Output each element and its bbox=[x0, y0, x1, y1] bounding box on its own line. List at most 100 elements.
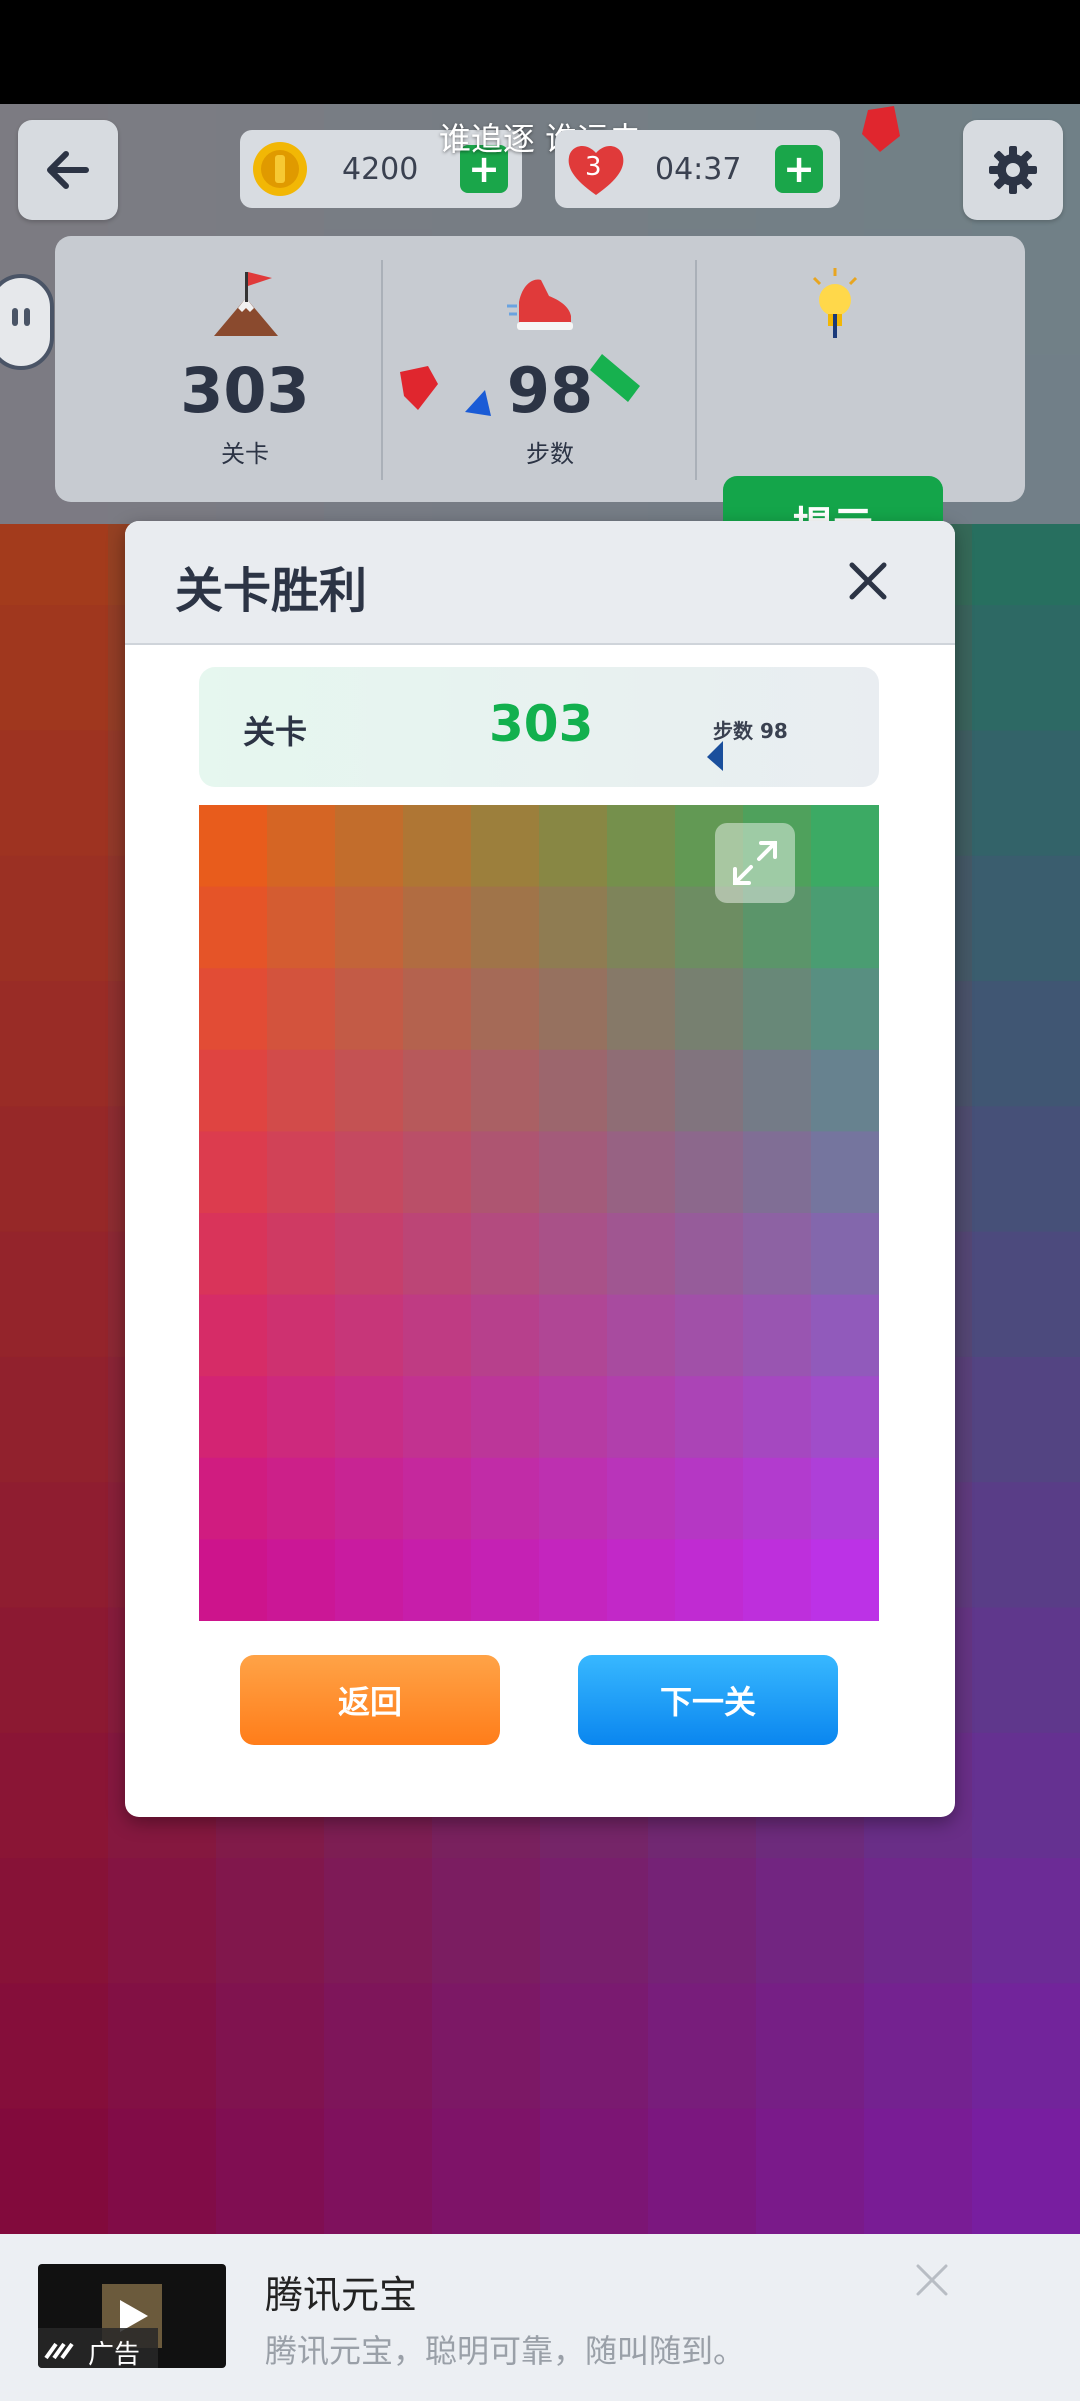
color-tile bbox=[335, 1457, 404, 1540]
add-lives-button[interactable]: + bbox=[775, 145, 823, 193]
back-button[interactable]: 返回 bbox=[240, 1655, 500, 1745]
color-tile bbox=[267, 886, 336, 969]
red-gem-decoration bbox=[862, 106, 900, 152]
color-tile bbox=[743, 1294, 812, 1377]
background-tile bbox=[0, 1858, 109, 1985]
color-tile bbox=[267, 1131, 336, 1214]
color-tile bbox=[403, 886, 472, 969]
color-tile bbox=[471, 1539, 540, 1621]
color-tile bbox=[403, 1539, 472, 1621]
color-tile bbox=[199, 1049, 268, 1132]
color-tile bbox=[811, 1539, 879, 1621]
background-tile bbox=[432, 1858, 541, 1985]
background-tile bbox=[0, 1356, 109, 1483]
color-tile bbox=[607, 1376, 676, 1459]
summary-level-label: 关卡 bbox=[243, 713, 308, 751]
background-tile bbox=[324, 2108, 433, 2234]
color-tile bbox=[471, 1457, 540, 1540]
background-tile bbox=[0, 1607, 109, 1734]
color-tile bbox=[607, 1049, 676, 1132]
background-tile bbox=[0, 1106, 109, 1233]
stats-panel: 303 关卡 98 步数 bbox=[55, 236, 1025, 604]
color-tile bbox=[743, 1376, 812, 1459]
color-tile bbox=[675, 1457, 744, 1540]
color-tile bbox=[471, 1131, 540, 1214]
color-tile bbox=[267, 805, 336, 888]
color-tile bbox=[607, 805, 676, 888]
background-tile bbox=[540, 2108, 649, 2234]
color-tile bbox=[199, 968, 268, 1051]
color-tile bbox=[675, 1294, 744, 1377]
background-tile bbox=[972, 1732, 1080, 1859]
ad-thumbnail[interactable]: 广告 bbox=[38, 2264, 226, 2368]
steps-label: 步数 bbox=[526, 440, 574, 468]
color-tile bbox=[539, 1539, 608, 1621]
background-tile bbox=[0, 855, 109, 982]
color-tile bbox=[199, 1213, 268, 1296]
color-tile bbox=[471, 886, 540, 969]
color-tile bbox=[267, 968, 336, 1051]
color-tile bbox=[335, 1049, 404, 1132]
background-tile bbox=[864, 2108, 973, 2234]
color-tile bbox=[471, 968, 540, 1051]
background-tile bbox=[216, 1858, 325, 1985]
background-tile bbox=[0, 1983, 109, 2110]
background-tile bbox=[972, 1106, 1080, 1233]
color-tile bbox=[811, 886, 879, 969]
background-tile bbox=[864, 1983, 973, 2110]
completed-color-grid bbox=[199, 805, 879, 1621]
color-tile bbox=[335, 968, 404, 1051]
blue-shard-decoration bbox=[707, 741, 723, 771]
next-level-button[interactable]: 下一关 bbox=[578, 1655, 838, 1745]
color-tile bbox=[471, 805, 540, 888]
floating-assistant-handle[interactable] bbox=[0, 274, 54, 370]
color-tile bbox=[743, 1131, 812, 1214]
color-tile bbox=[607, 1539, 676, 1621]
expand-button[interactable] bbox=[715, 823, 795, 903]
color-tile bbox=[403, 1213, 472, 1296]
steps-number: 98 bbox=[506, 354, 594, 427]
color-tile bbox=[743, 968, 812, 1051]
ad-badge: 广告 bbox=[88, 2340, 141, 2368]
background-tile bbox=[972, 1858, 1080, 1985]
color-tile bbox=[199, 805, 268, 888]
background-tile bbox=[648, 1983, 757, 2110]
summary-steps: 步数 98 bbox=[713, 719, 788, 743]
background-tile bbox=[540, 1983, 649, 2110]
color-tile bbox=[675, 1131, 744, 1214]
color-tile bbox=[811, 1457, 879, 1540]
marquee-text: 谁追逐 谁远去 bbox=[438, 120, 642, 158]
mountain-flag-icon bbox=[214, 272, 278, 336]
color-tile bbox=[539, 1049, 608, 1132]
color-tile bbox=[199, 1294, 268, 1377]
close-icon[interactable] bbox=[840, 553, 896, 609]
ad-banner[interactable]: 广告 腾讯元宝 腾讯元宝，聪明可靠，随叫随到。 bbox=[0, 2234, 1080, 2401]
color-tile bbox=[743, 1457, 812, 1540]
settings-button[interactable] bbox=[963, 120, 1063, 220]
timer-value: 04:37 bbox=[655, 151, 742, 187]
background-tile bbox=[324, 1983, 433, 2110]
color-tile bbox=[607, 1131, 676, 1214]
background-tile bbox=[972, 730, 1080, 857]
background-tile bbox=[972, 1231, 1080, 1358]
color-tile bbox=[471, 1294, 540, 1377]
color-tile bbox=[199, 886, 268, 969]
color-tile bbox=[811, 1376, 879, 1459]
gear-icon bbox=[989, 146, 1037, 194]
color-tile bbox=[607, 1213, 676, 1296]
color-tile bbox=[675, 1539, 744, 1621]
color-tile bbox=[267, 1049, 336, 1132]
background-tile bbox=[972, 1356, 1080, 1483]
close-icon[interactable] bbox=[912, 2260, 952, 2300]
background-tile bbox=[108, 1858, 217, 1985]
color-tile bbox=[471, 1213, 540, 1296]
color-tile bbox=[539, 1213, 608, 1296]
color-tile bbox=[675, 1049, 744, 1132]
color-tile bbox=[403, 1294, 472, 1377]
background-tile bbox=[0, 981, 109, 1107]
color-tile bbox=[811, 805, 879, 888]
lives-value: 3 bbox=[585, 152, 602, 182]
color-tile bbox=[403, 968, 472, 1051]
background-tile bbox=[756, 1983, 865, 2110]
color-tile bbox=[607, 1294, 676, 1377]
